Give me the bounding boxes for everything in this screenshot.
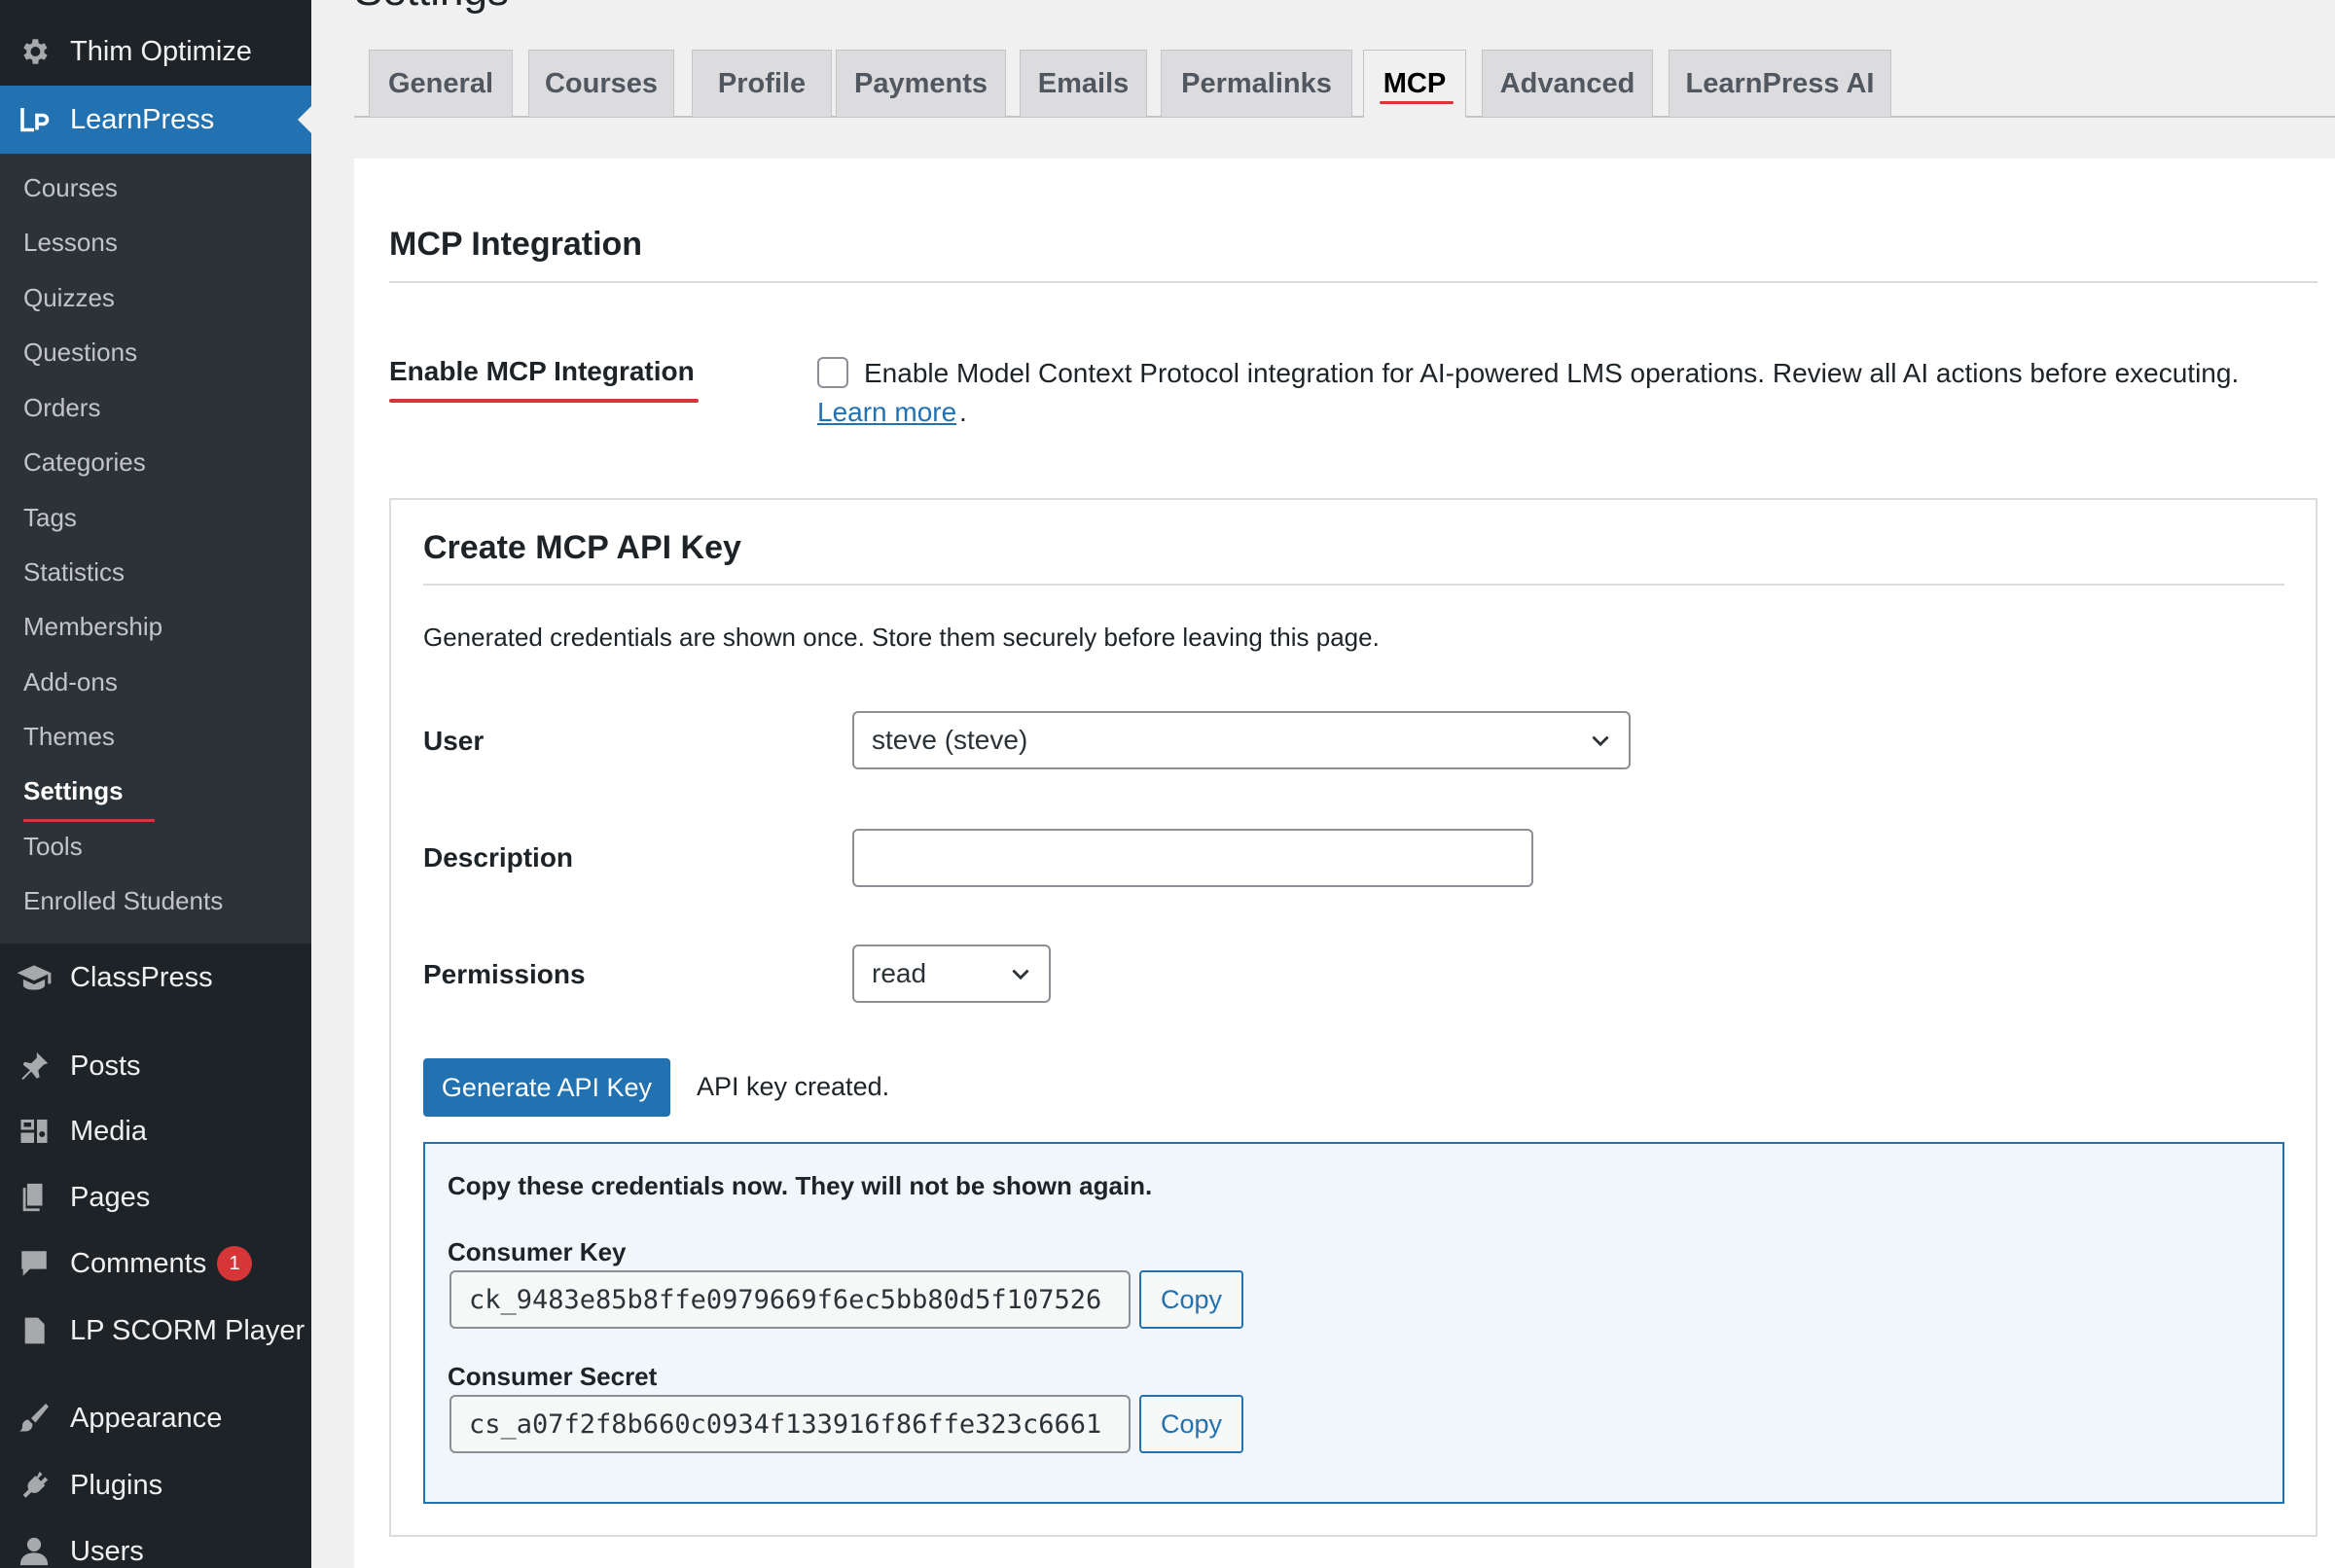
menu-label: LP SCORM Player [70, 1314, 305, 1346]
chevron-down-icon [1012, 969, 1029, 980]
tab-profile[interactable]: Profile [692, 50, 832, 118]
current-item-underline [23, 819, 155, 822]
submenu-item-statistics[interactable]: Statistics [23, 557, 125, 588]
media-icon [14, 1111, 54, 1152]
api-key-status: API key created. [697, 1072, 890, 1101]
menu-label: Pages [70, 1181, 151, 1213]
tab-payments[interactable]: Payments [836, 50, 1006, 118]
menu-label: Plugins [70, 1469, 163, 1501]
copy-consumer-key-button[interactable]: Copy [1139, 1270, 1243, 1329]
submenu-item-questions[interactable]: Questions [23, 338, 137, 368]
menu-item-thim-optimize[interactable]: Thim Optimize [0, 31, 311, 72]
tab-mcp[interactable]: MCP [1363, 50, 1466, 118]
tab-general[interactable]: General [369, 50, 513, 118]
menu-item-lp-scorm-player[interactable]: LP SCORM Player [0, 1310, 311, 1351]
api-key-card-title: Create MCP API Key [423, 529, 741, 566]
description-label: Description [423, 842, 574, 873]
tab-courses[interactable]: Courses [528, 50, 674, 118]
menu-label: Posts [70, 1050, 141, 1082]
consumer-key-label: Consumer Key [448, 1237, 627, 1266]
enable-label-underline [389, 399, 699, 403]
gear-icon [14, 31, 54, 72]
menu-label: Users [70, 1535, 144, 1567]
menu-item-media[interactable]: Media [0, 1111, 311, 1152]
brush-icon [14, 1398, 54, 1439]
pages-icon [14, 1177, 54, 1218]
comment-icon [14, 1243, 54, 1284]
card-divider [423, 584, 2284, 586]
credentials-note: Copy these credentials now. They will no… [448, 1171, 1153, 1200]
plug-icon [14, 1465, 54, 1506]
menu-item-pages[interactable]: Pages [0, 1177, 311, 1218]
menu-label: Comments [70, 1247, 207, 1279]
learnpress-icon [14, 99, 54, 140]
submenu-item-tools[interactable]: Tools [23, 832, 83, 862]
menu-label: Media [70, 1115, 147, 1147]
tab-learnpress-ai[interactable]: LearnPress AI [1669, 50, 1891, 118]
permissions-select-value: read [872, 958, 927, 988]
menu-label: Appearance [70, 1402, 223, 1434]
document-icon [14, 1310, 54, 1351]
submenu-item-enrolled-students[interactable]: Enrolled Students [23, 886, 223, 916]
submenu-item-settings[interactable]: Settings [23, 776, 124, 806]
section-title: MCP Integration [389, 226, 643, 263]
submenu-item-tags[interactable]: Tags [23, 503, 77, 533]
comments-count-badge: 1 [217, 1246, 252, 1281]
enable-mcp-description: Enable Model Context Protocol integratio… [864, 358, 2240, 388]
enable-mcp-checkbox[interactable] [817, 357, 848, 388]
copy-consumer-secret-button[interactable]: Copy [1139, 1395, 1243, 1453]
submenu-item-orders[interactable]: Orders [23, 393, 100, 423]
submenu-item-membership[interactable]: Membership [23, 612, 162, 642]
menu-item-appearance[interactable]: Appearance [0, 1398, 311, 1439]
submenu-item-themes[interactable]: Themes [23, 722, 115, 752]
menu-item-posts[interactable]: Posts [0, 1046, 311, 1087]
menu-label: LearnPress [70, 103, 215, 135]
enable-mcp-label: Enable MCP Integration [389, 356, 695, 386]
api-key-note: Generated credentials are shown once. St… [423, 623, 1380, 652]
submenu-item-add-ons[interactable]: Add-ons [23, 667, 118, 697]
consumer-key-value: ck_9483e85b8ffe0979669f6ec5bb80d5f107526 [469, 1284, 1102, 1315]
menu-item-learnpress[interactable]: LearnPress [0, 86, 311, 154]
permissions-label: Permissions [423, 959, 586, 989]
description-input[interactable] [852, 829, 1533, 887]
learnpress-submenu [0, 154, 311, 944]
menu-item-users[interactable]: Users [0, 1531, 311, 1568]
page-title: Settings [354, 0, 509, 16]
consumer-secret-label: Consumer Secret [448, 1362, 658, 1391]
section-divider [389, 281, 2317, 283]
tab-emails[interactable]: Emails [1020, 50, 1147, 118]
submenu-item-quizzes[interactable]: Quizzes [23, 283, 115, 313]
generate-api-key-button[interactable]: Generate API Key [423, 1058, 670, 1117]
learn-more-suffix: . [959, 397, 967, 427]
menu-item-plugins[interactable]: Plugins [0, 1465, 311, 1506]
consumer-key-field[interactable]: ck_9483e85b8ffe0979669f6ec5bb80d5f107526 [449, 1270, 1131, 1329]
permissions-select[interactable]: read [852, 944, 1051, 1003]
user-label: User [423, 726, 485, 756]
chevron-down-icon [1592, 735, 1609, 747]
tab-permalinks[interactable]: Permalinks [1161, 50, 1352, 118]
user-select[interactable]: steve (steve) [852, 711, 1631, 769]
menu-item-comments[interactable]: Comments 1 [0, 1243, 311, 1284]
user-icon [14, 1531, 54, 1568]
tab-advanced[interactable]: Advanced [1482, 50, 1653, 118]
consumer-secret-value: cs_a07f2f8b660c0934f133916f86ffe323c6661 [469, 1408, 1102, 1440]
submenu-item-courses[interactable]: Courses [23, 173, 118, 203]
graduation-cap-icon [14, 957, 54, 998]
consumer-secret-field[interactable]: cs_a07f2f8b660c0934f133916f86ffe323c6661 [449, 1395, 1131, 1453]
submenu-item-categories[interactable]: Categories [23, 447, 146, 478]
menu-item-classpress[interactable]: ClassPress [0, 957, 311, 998]
active-tab-underline [1380, 101, 1454, 104]
pin-icon [14, 1046, 54, 1087]
admin-sidebar: Thim Optimize LearnPress Courses Lessons Q… [0, 0, 311, 1568]
user-select-value: steve (steve) [872, 725, 1028, 755]
submenu-item-lessons[interactable]: Lessons [23, 228, 118, 258]
menu-label: Thim Optimize [70, 35, 252, 67]
menu-label: ClassPress [70, 961, 213, 993]
learn-more-link[interactable]: Learn more [817, 397, 956, 428]
